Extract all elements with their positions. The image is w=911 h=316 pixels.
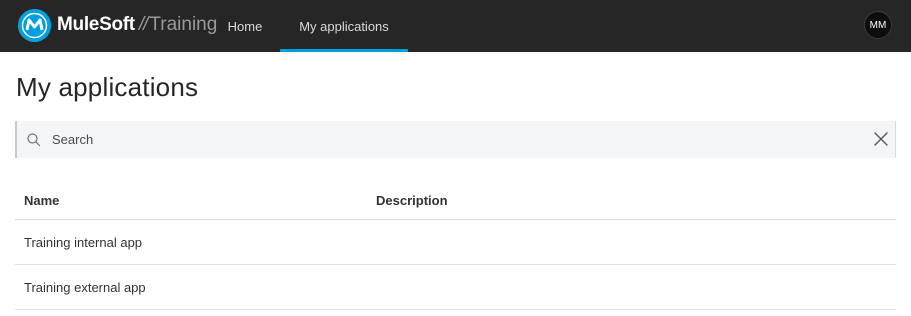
search-bar: [15, 121, 896, 158]
table-header: Name Description: [15, 182, 896, 220]
table-row[interactable]: Training internal app: [15, 220, 896, 265]
top-navigation-bar: MuleSoft // Training Home My application…: [0, 0, 911, 52]
table-row[interactable]: Training external app: [15, 265, 896, 310]
user-avatar[interactable]: MM: [864, 11, 892, 39]
mulesoft-logo-icon: [18, 8, 51, 42]
brand-subtitle: Training: [149, 14, 218, 35]
application-name-link[interactable]: Training internal app: [24, 235, 142, 250]
page-title: My applications: [16, 72, 199, 102]
brand-name: MuleSoft: [57, 14, 135, 35]
nav-tab-my-applications-label: My applications: [299, 18, 389, 34]
clear-search-icon[interactable]: [873, 131, 889, 147]
nav-tab-my-applications[interactable]: My applications: [280, 0, 408, 52]
application-name-link[interactable]: Training external app: [24, 280, 146, 295]
search-icon: [26, 132, 42, 148]
user-initials: MM: [869, 19, 887, 31]
brand-logo-link[interactable]: MuleSoft // Training: [18, 7, 217, 43]
column-header-description[interactable]: Description: [376, 193, 448, 208]
applications-table: Name Description Training internal app T…: [15, 182, 896, 310]
column-header-name[interactable]: Name: [24, 193, 59, 208]
brand-separator: //: [138, 14, 149, 35]
search-input[interactable]: [52, 121, 852, 158]
nav-tab-home[interactable]: Home: [210, 0, 280, 52]
nav-tab-home-label: Home: [227, 18, 263, 34]
